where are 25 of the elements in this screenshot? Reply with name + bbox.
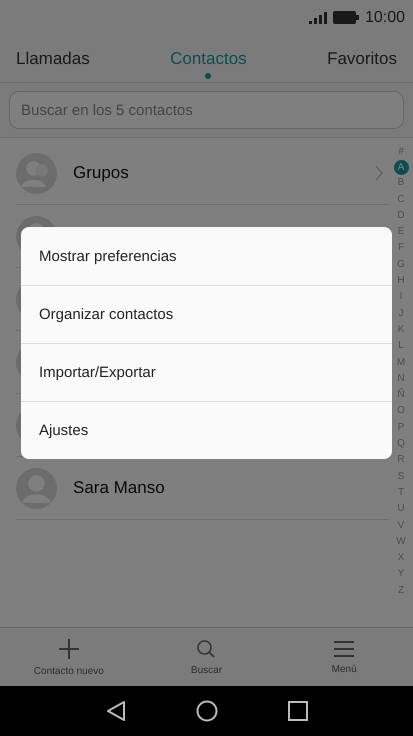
chevron-icon (375, 165, 383, 181)
plus-icon (58, 638, 80, 660)
index-letter[interactable]: # (394, 144, 408, 160)
tab[interactable]: Favoritos (327, 38, 397, 78)
toolbar-button[interactable]: Menú (289, 628, 400, 686)
index-letter[interactable]: A (394, 160, 408, 176)
home-icon[interactable] (196, 700, 218, 722)
menu-item[interactable]: Importar/Exportar (21, 343, 392, 401)
back-icon[interactable] (106, 700, 126, 722)
search-field[interactable]: Buscar en los 5 contactos (9, 91, 404, 129)
toolbar-button[interactable]: Buscar (151, 628, 262, 686)
menu-item[interactable]: Organizar contactos (21, 285, 392, 343)
menu-item[interactable]: Mostrar preferencias (21, 227, 392, 285)
contact-name[interactable]: Grupos (73, 163, 375, 183)
signal-icon (308, 12, 327, 24)
search-icon (196, 638, 216, 658)
status-time: 10:00 (364, 8, 405, 26)
recents-icon[interactable] (288, 701, 308, 721)
toolbar-button[interactable]: Contacto nuevo (14, 628, 124, 686)
menu-icon (333, 640, 356, 658)
battery-icon (332, 11, 359, 24)
tab[interactable]: Contactos (170, 38, 247, 78)
menu-item[interactable]: Ajustes (21, 401, 392, 459)
tab[interactable]: Llamadas (16, 38, 90, 78)
contact-name[interactable]: Sara Manso (73, 478, 389, 498)
